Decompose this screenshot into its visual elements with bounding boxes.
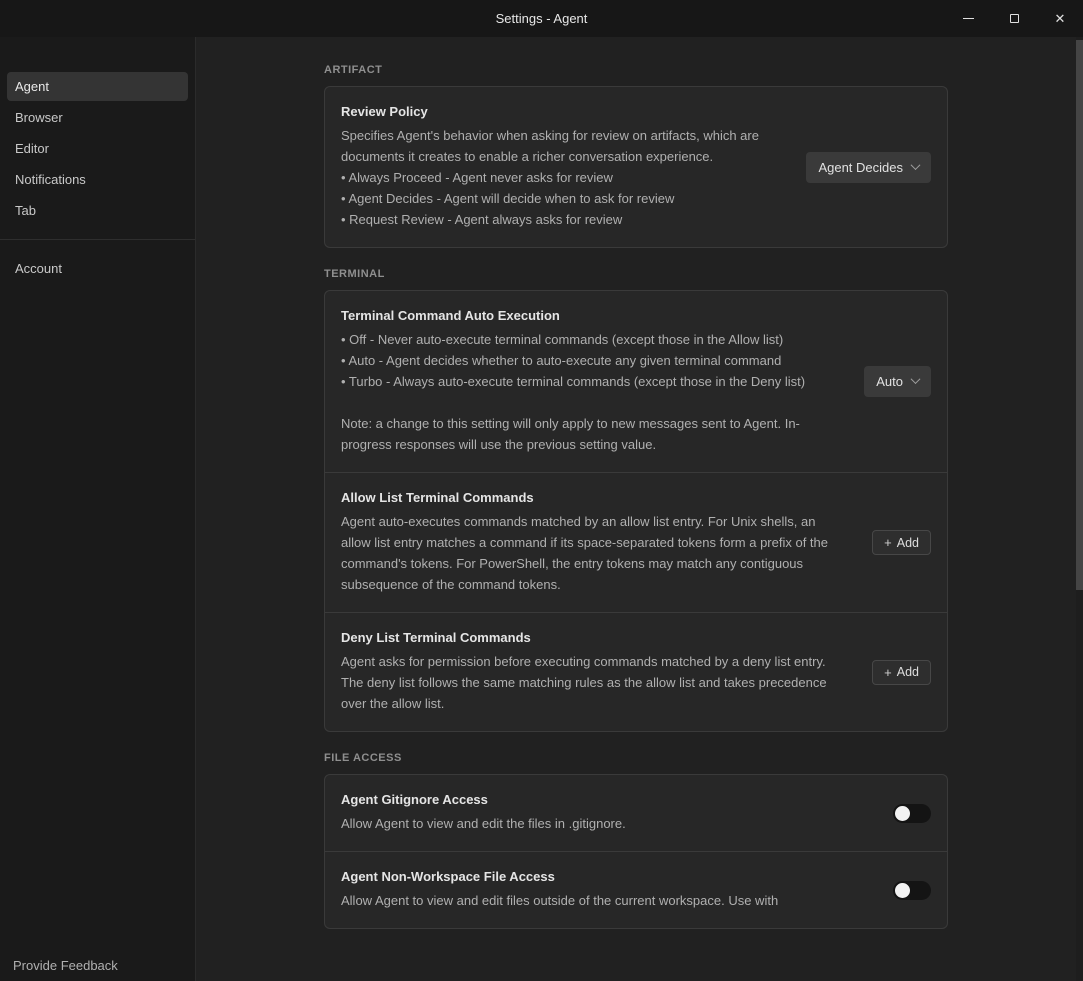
bullet-off: • Off - Never auto-execute terminal comm… xyxy=(341,329,840,350)
scrollbar[interactable] xyxy=(1076,37,1083,981)
review-policy-dropdown[interactable]: Agent Decides xyxy=(806,152,931,183)
close-icon: ✕ xyxy=(1055,11,1066,27)
bullet-request-review: • Request Review - Agent always asks for… xyxy=(341,209,782,230)
setting-description: Specifies Agent's behavior when asking f… xyxy=(341,125,782,167)
setting-description: Allow Agent to view and edit files outsi… xyxy=(341,890,869,911)
sidebar-item-account[interactable]: Account xyxy=(7,254,188,283)
bullet-agent-decides: • Agent Decides - Agent will decide when… xyxy=(341,188,782,209)
artifact-card: Review Policy Specifies Agent's behavior… xyxy=(324,86,948,248)
toggle-knob xyxy=(895,806,910,821)
gitignore-access-toggle[interactable] xyxy=(893,804,931,823)
section-heading-artifact: ARTIFACT xyxy=(324,64,948,76)
sidebar-item-browser[interactable]: Browser xyxy=(7,103,188,132)
section-file-access: FILE ACCESS Agent Gitignore Access Allow… xyxy=(324,752,948,929)
sidebar-item-notifications[interactable]: Notifications xyxy=(7,165,188,194)
chevron-down-icon xyxy=(911,160,921,170)
auto-execution-note: Note: a change to this setting will only… xyxy=(341,413,840,455)
setting-title: Allow List Terminal Commands xyxy=(341,490,848,505)
deny-list-add-button[interactable]: + Add xyxy=(872,660,931,685)
add-button-label: Add xyxy=(897,536,919,550)
deny-list-text: Deny List Terminal Commands Agent asks f… xyxy=(341,630,848,714)
gitignore-access-control xyxy=(893,804,931,823)
sidebar-item-label: Browser xyxy=(15,110,63,125)
settings-sidebar: Agent Browser Editor Notifications Tab A… xyxy=(0,37,196,981)
auto-execution-row: Terminal Command Auto Execution • Off - … xyxy=(325,291,947,472)
window-title: Settings - Agent xyxy=(496,11,588,26)
sidebar-item-label: Notifications xyxy=(15,172,86,187)
settings-content: ARTIFACT Review Policy Specifies Agent's… xyxy=(197,37,1083,981)
setting-title: Agent Gitignore Access xyxy=(341,792,869,807)
toggle-knob xyxy=(895,883,910,898)
section-artifact: ARTIFACT Review Policy Specifies Agent's… xyxy=(324,64,948,248)
setting-title: Review Policy xyxy=(341,104,782,119)
sidebar-item-tab[interactable]: Tab xyxy=(7,196,188,225)
minimize-icon xyxy=(963,18,974,19)
gitignore-access-text: Agent Gitignore Access Allow Agent to vi… xyxy=(341,792,869,834)
non-workspace-access-control xyxy=(893,881,931,900)
section-heading-terminal: TERMINAL xyxy=(324,268,948,280)
sidebar-item-editor[interactable]: Editor xyxy=(7,134,188,163)
non-workspace-access-row: Agent Non-Workspace File Access Allow Ag… xyxy=(325,851,947,928)
chevron-down-icon xyxy=(911,374,921,384)
allow-list-text: Allow List Terminal Commands Agent auto-… xyxy=(341,490,848,595)
bullet-turbo: • Turbo - Always auto-execute terminal c… xyxy=(341,371,840,392)
sidebar-item-label: Editor xyxy=(15,141,49,156)
allow-list-add-button[interactable]: + Add xyxy=(872,530,931,555)
setting-description: Agent auto-executes commands matched by … xyxy=(341,511,848,595)
setting-description: Allow Agent to view and edit the files i… xyxy=(341,813,869,834)
sidebar-divider xyxy=(0,239,195,240)
gitignore-access-row: Agent Gitignore Access Allow Agent to vi… xyxy=(325,775,947,851)
file-access-card: Agent Gitignore Access Allow Agent to vi… xyxy=(324,774,948,929)
bullet-auto: • Auto - Agent decides whether to auto-e… xyxy=(341,350,840,371)
setting-title: Terminal Command Auto Execution xyxy=(341,308,840,323)
provide-feedback-link[interactable]: Provide Feedback xyxy=(13,958,118,973)
deny-list-row: Deny List Terminal Commands Agent asks f… xyxy=(325,612,947,731)
review-policy-control: Agent Decides xyxy=(806,152,931,183)
sidebar-item-label: Tab xyxy=(15,203,36,218)
plus-icon: + xyxy=(884,665,892,680)
dropdown-value: Auto xyxy=(876,374,903,389)
maximize-button[interactable] xyxy=(991,0,1037,37)
section-terminal: TERMINAL Terminal Command Auto Execution… xyxy=(324,268,948,732)
auto-execution-control: Auto xyxy=(864,366,931,397)
close-button[interactable]: ✕ xyxy=(1037,0,1083,37)
review-policy-row: Review Policy Specifies Agent's behavior… xyxy=(325,87,947,247)
minimize-button[interactable] xyxy=(945,0,991,37)
add-button-label: Add xyxy=(897,665,919,679)
setting-title: Deny List Terminal Commands xyxy=(341,630,848,645)
setting-title: Agent Non-Workspace File Access xyxy=(341,869,869,884)
allow-list-control: + Add xyxy=(872,530,931,555)
dropdown-value: Agent Decides xyxy=(818,160,903,175)
sidebar-item-label: Agent xyxy=(15,79,49,94)
auto-execution-text: Terminal Command Auto Execution • Off - … xyxy=(341,308,840,455)
scrollbar-thumb[interactable] xyxy=(1076,40,1083,590)
non-workspace-access-text: Agent Non-Workspace File Access Allow Ag… xyxy=(341,869,869,911)
bullet-always-proceed: • Always Proceed - Agent never asks for … xyxy=(341,167,782,188)
deny-list-control: + Add xyxy=(872,660,931,685)
sidebar-item-agent[interactable]: Agent xyxy=(7,72,188,101)
non-workspace-access-toggle[interactable] xyxy=(893,881,931,900)
review-policy-text: Review Policy Specifies Agent's behavior… xyxy=(341,104,782,230)
window-controls: ✕ xyxy=(945,0,1083,37)
sidebar-item-label: Account xyxy=(15,261,62,276)
plus-icon: + xyxy=(884,535,892,550)
setting-description: Agent asks for permission before executi… xyxy=(341,651,848,714)
titlebar: Settings - Agent ✕ xyxy=(0,0,1083,37)
allow-list-row: Allow List Terminal Commands Agent auto-… xyxy=(325,472,947,612)
terminal-card: Terminal Command Auto Execution • Off - … xyxy=(324,290,948,732)
sidebar-nav: Agent Browser Editor Notifications Tab A… xyxy=(0,37,195,283)
maximize-icon xyxy=(1010,14,1019,23)
section-heading-file-access: FILE ACCESS xyxy=(324,752,948,764)
auto-execution-dropdown[interactable]: Auto xyxy=(864,366,931,397)
